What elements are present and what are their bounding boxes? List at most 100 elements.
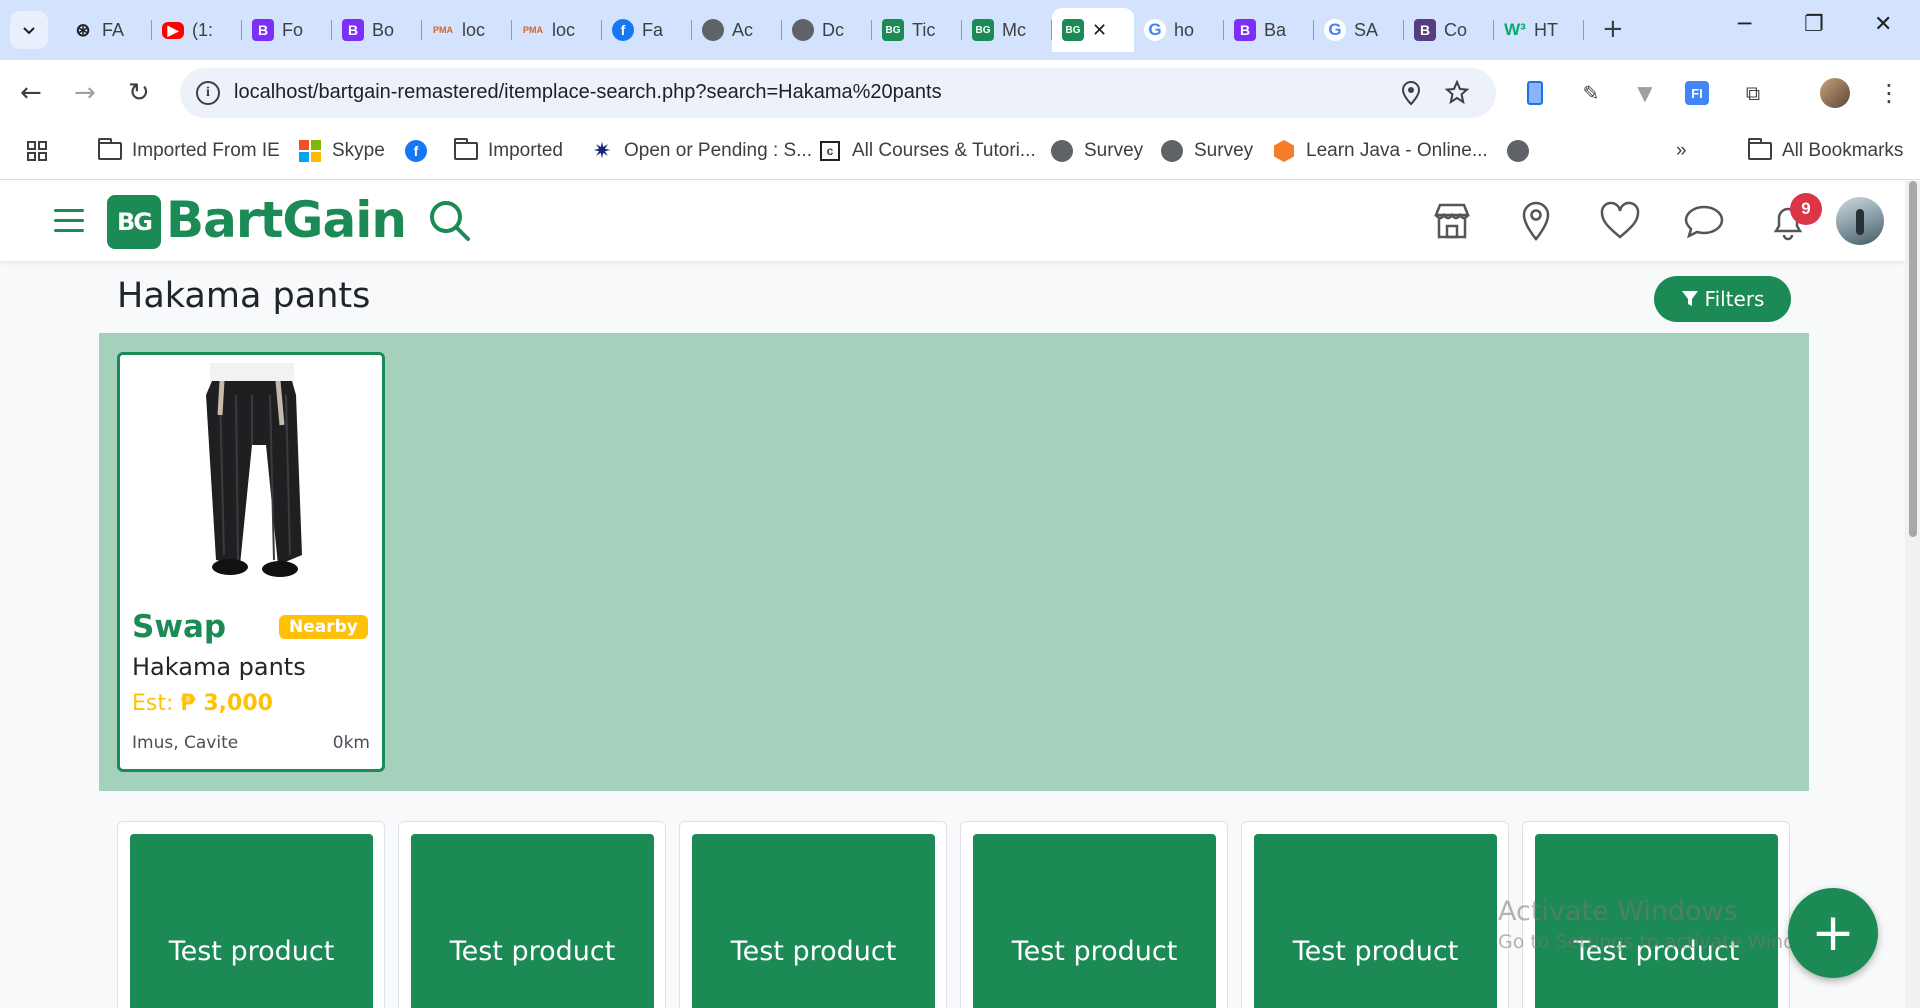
star-burst-icon: ✷ [592, 138, 612, 163]
scrollbar-thumb[interactable] [1909, 181, 1917, 537]
browser-tab[interactable]: BG ✕ [1052, 8, 1134, 52]
bookmark-label: Survey [1084, 140, 1144, 161]
bookmark-item[interactable]: Learn Java - Online... [1272, 140, 1488, 162]
fi-extension-icon[interactable]: FI [1684, 80, 1710, 106]
browser-tab[interactable]: f Fa [602, 8, 692, 52]
product-card[interactable]: Test product [960, 821, 1228, 1008]
product-card[interactable]: Test product [679, 821, 947, 1008]
chat-icon[interactable] [1682, 199, 1726, 243]
item-name[interactable]: Hakama pants [132, 653, 306, 681]
windows-activation-watermark: Activate Windows Go to Settings to activ… [1498, 896, 1838, 953]
page-content: BG BartGain 9 Hakama pants Filters Swap … [0, 181, 1920, 1008]
browser-tab[interactable]: B Fo [242, 8, 332, 52]
back-button[interactable]: ← [20, 78, 42, 108]
site-info-icon[interactable]: i [196, 81, 220, 105]
bookmark-star-icon[interactable] [1444, 79, 1470, 110]
item-location: Imus, Cavite [132, 733, 239, 753]
browser-tab[interactable]: Gho [1134, 8, 1224, 52]
product-name: Test product [1292, 936, 1459, 967]
bookmark-item[interactable]: f [404, 140, 428, 162]
browser-toolbar: ← → ↻ i localhost/bartgain-remastered/it… [0, 60, 1920, 126]
bookmark-label: Skype [332, 140, 385, 161]
new-tab-button[interactable]: + [1602, 14, 1624, 44]
close-window-button[interactable]: ✕ [1874, 12, 1892, 37]
bookmark-item[interactable]: Skype [298, 140, 385, 162]
tab-title: Dc [822, 19, 844, 40]
tab-search-button[interactable] [10, 11, 48, 49]
browser-tab[interactable]: B Ba [1224, 8, 1314, 52]
phpmyadmin-icon: PMA [523, 25, 543, 35]
product-thumbnail[interactable]: Test product [1254, 834, 1497, 1008]
browser-menu-icon[interactable]: ⋮ [1876, 79, 1902, 107]
product-card[interactable]: Test product [1241, 821, 1509, 1008]
extensions-puzzle-icon[interactable]: ⧉ [1740, 80, 1766, 106]
bookmark-label: Survey [1194, 140, 1254, 161]
tab-title: loc [462, 19, 486, 40]
product-thumbnail[interactable]: Test product [411, 834, 654, 1008]
hamburger-menu-icon[interactable] [54, 209, 84, 233]
search-icon[interactable] [428, 199, 472, 247]
bookmark-item[interactable]: c All Courses & Tutori... [818, 140, 1036, 162]
bartgain-logo-text[interactable]: BartGain [166, 191, 407, 249]
apps-grid-icon[interactable] [26, 140, 48, 162]
all-bookmarks[interactable]: All Bookmarks [1748, 138, 1903, 162]
product-card[interactable]: Test product [398, 821, 666, 1008]
browser-tab[interactable]: G SA [1314, 8, 1404, 52]
product-thumbnail[interactable]: Test product [692, 834, 935, 1008]
reload-button[interactable]: ↻ [128, 78, 150, 108]
browser-tab[interactable]: B Bo [332, 8, 422, 52]
product-card[interactable]: Test product [117, 821, 385, 1008]
browser-tab[interactable]: W³ HT [1494, 8, 1584, 52]
bartgain-logo-mark[interactable]: BG [107, 195, 161, 249]
filters-button[interactable]: Filters [1654, 276, 1791, 322]
browser-tab[interactable]: PMA loc [422, 8, 512, 52]
browser-tab[interactable]: BG Tic [872, 8, 962, 52]
product-name: Test product [1011, 936, 1178, 967]
learn-java-icon [1272, 140, 1296, 162]
user-avatar[interactable] [1836, 197, 1884, 245]
folder-icon [454, 138, 478, 162]
add-listing-button[interactable]: + [1788, 888, 1878, 978]
bookmark-item[interactable]: Imported From IE [98, 138, 280, 162]
tab-title: Ba [1264, 19, 1287, 40]
url-text[interactable]: localhost/bartgain-remastered/itemplace-… [234, 81, 942, 104]
location-pin-icon[interactable] [1400, 80, 1422, 112]
tab-title: Fa [642, 19, 664, 40]
tab-title: HT [1534, 19, 1558, 40]
globe-icon [1050, 140, 1074, 162]
profile-avatar[interactable] [1820, 78, 1850, 108]
close-tab-icon[interactable]: ✕ [1092, 20, 1107, 41]
bookmark-item[interactable]: ✷ Open or Pending : S... [590, 138, 812, 163]
tab-title: Mc [1002, 19, 1026, 40]
restore-button[interactable]: ❐ [1804, 12, 1824, 37]
bookmark-item[interactable]: Survey [1050, 140, 1143, 162]
more-bookmarks-button[interactable]: » [1676, 140, 1687, 162]
minimize-button[interactable]: ─ [1738, 12, 1751, 37]
phone-extension-icon[interactable] [1522, 80, 1548, 106]
browser-tab[interactable]: PMA loc [512, 8, 602, 52]
bookmark-item[interactable] [1506, 140, 1530, 162]
vue-devtools-icon[interactable]: ▼ [1632, 80, 1658, 106]
phpmyadmin-icon: PMA [433, 25, 453, 35]
address-bar[interactable]: i localhost/bartgain-remastered/itemplac… [180, 68, 1496, 118]
bookmark-item[interactable]: Imported [454, 138, 563, 162]
item-image[interactable] [120, 355, 382, 605]
filter-icon [1681, 291, 1698, 306]
eyedropper-icon[interactable]: ✎ [1578, 80, 1604, 106]
browser-tab[interactable]: Ac [692, 8, 782, 52]
heart-icon[interactable] [1598, 199, 1642, 243]
browser-tab[interactable]: ▶ (1: [152, 8, 242, 52]
forward-button[interactable]: → [74, 78, 96, 108]
product-thumbnail[interactable]: Test product [130, 834, 373, 1008]
page-scrollbar[interactable] [1905, 181, 1920, 1008]
item-price: Est: ₱ 3,000 [132, 691, 273, 716]
item-card[interactable]: Swap Nearby Hakama pants Est: ₱ 3,000 Im… [117, 352, 385, 772]
browser-tab[interactable]: Dc [782, 8, 872, 52]
product-thumbnail[interactable]: Test product [973, 834, 1216, 1008]
bookmark-item[interactable]: Survey [1160, 140, 1253, 162]
browser-tab[interactable]: BG Mc [962, 8, 1052, 52]
store-icon[interactable] [1430, 199, 1474, 243]
browser-tab[interactable]: ⊛ FA [62, 8, 152, 52]
location-icon[interactable] [1514, 199, 1558, 243]
browser-tab[interactable]: B Co [1404, 8, 1494, 52]
